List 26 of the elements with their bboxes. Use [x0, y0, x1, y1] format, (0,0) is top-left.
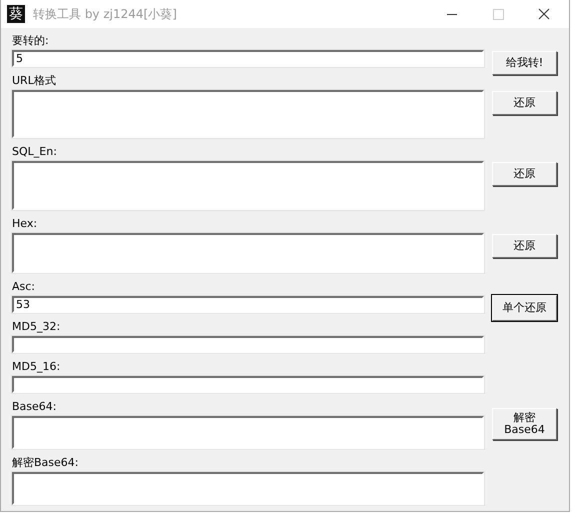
text-area[interactable]	[12, 472, 484, 505]
text-field[interactable]	[12, 336, 484, 353]
text-area[interactable]	[12, 90, 484, 138]
action-button[interactable]: 单个还原	[492, 295, 557, 321]
field-label: 要转的:	[12, 34, 50, 49]
field-label: Base64:	[12, 400, 58, 415]
action-button[interactable]: 还原	[492, 162, 557, 186]
field-label: Hex:	[12, 217, 38, 232]
field-label: 解密Base64:	[12, 456, 80, 471]
field-label: SQL_En:	[12, 145, 58, 160]
action-button[interactable]: 还原	[492, 91, 557, 115]
text-field[interactable]	[12, 376, 484, 393]
field-label: MD5_16:	[12, 360, 62, 375]
field-label: Asc:	[12, 280, 36, 295]
app-logo: 葵	[7, 5, 25, 23]
action-button[interactable]: 给我转!	[492, 51, 557, 75]
text-area[interactable]	[12, 161, 484, 210]
text-field[interactable]: 5	[12, 50, 484, 67]
text-field[interactable]: 53	[12, 296, 484, 313]
text-area[interactable]	[12, 233, 484, 273]
action-button[interactable]: 还原	[492, 234, 557, 258]
field-label: MD5_32:	[12, 320, 62, 335]
text-area[interactable]	[12, 416, 484, 449]
window-title: 转换工具 by zj1244[小葵]	[33, 6, 177, 22]
action-button[interactable]: 解密 Base64	[492, 408, 557, 440]
field-label: URL格式	[12, 74, 57, 89]
